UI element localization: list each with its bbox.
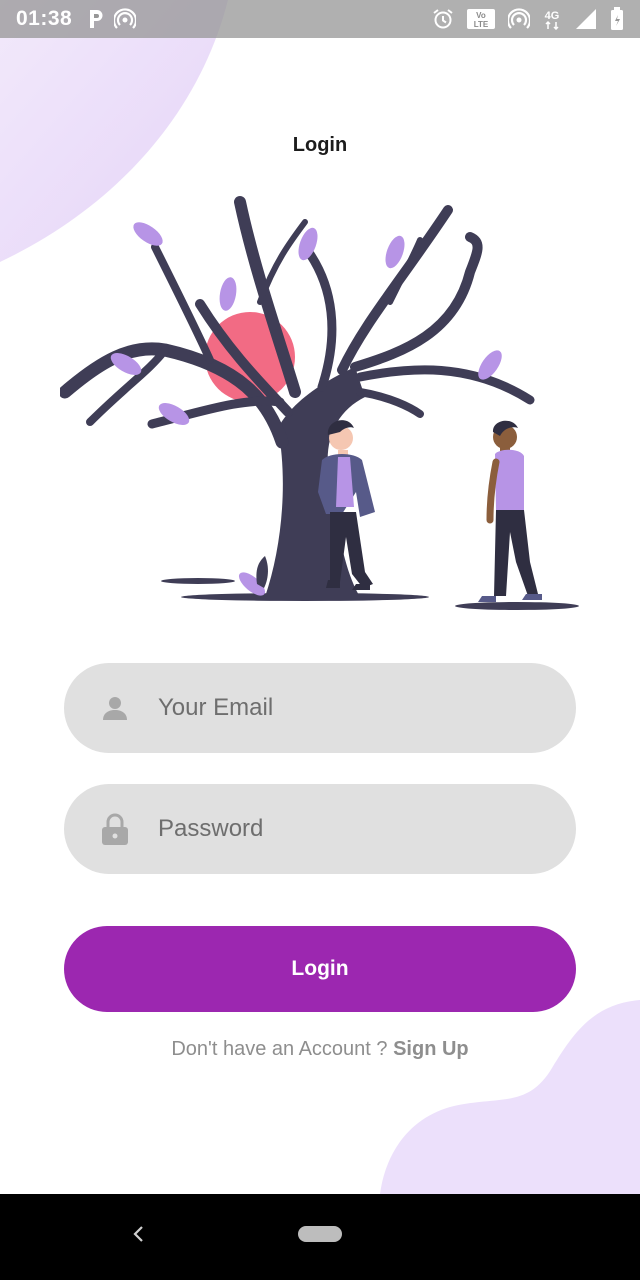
alarm-icon (432, 8, 454, 30)
person-icon (100, 693, 130, 723)
battery-icon (610, 7, 624, 31)
page-title: Login (292, 134, 348, 156)
4g-icon: 4G (542, 8, 562, 30)
standing-person-figure (478, 420, 542, 602)
bottom-decorative-blob (380, 1000, 640, 1194)
email-input[interactable] (158, 694, 576, 722)
signup-prompt-row: Don't have an Account ? Sign Up (0, 1038, 640, 1061)
signup-prompt-text: Don't have an Account ? (171, 1038, 394, 1060)
password-field[interactable] (64, 784, 576, 874)
volte-icon: Vo LTE (466, 8, 496, 30)
status-bar: 01:38 Vo LTE 4G (0, 0, 640, 38)
parking-app-icon (88, 9, 104, 29)
signup-link[interactable]: Sign Up (393, 1038, 469, 1060)
svg-text:Vo: Vo (476, 11, 486, 20)
login-button[interactable]: Login (64, 926, 576, 1012)
email-field[interactable] (64, 663, 576, 753)
home-pill-icon[interactable] (298, 1226, 342, 1242)
password-input[interactable] (158, 815, 576, 843)
status-time: 01:38 (16, 7, 73, 30)
lock-icon (100, 813, 130, 845)
hotspot-icon (508, 8, 530, 30)
svg-text:4G: 4G (545, 10, 560, 22)
back-icon[interactable] (128, 1224, 148, 1249)
tree-with-two-people-illustration (60, 196, 579, 610)
svg-text:LTE: LTE (474, 20, 489, 29)
hotspot-icon (114, 8, 137, 30)
navigation-bar (0, 1194, 640, 1280)
signal-icon (574, 8, 598, 30)
